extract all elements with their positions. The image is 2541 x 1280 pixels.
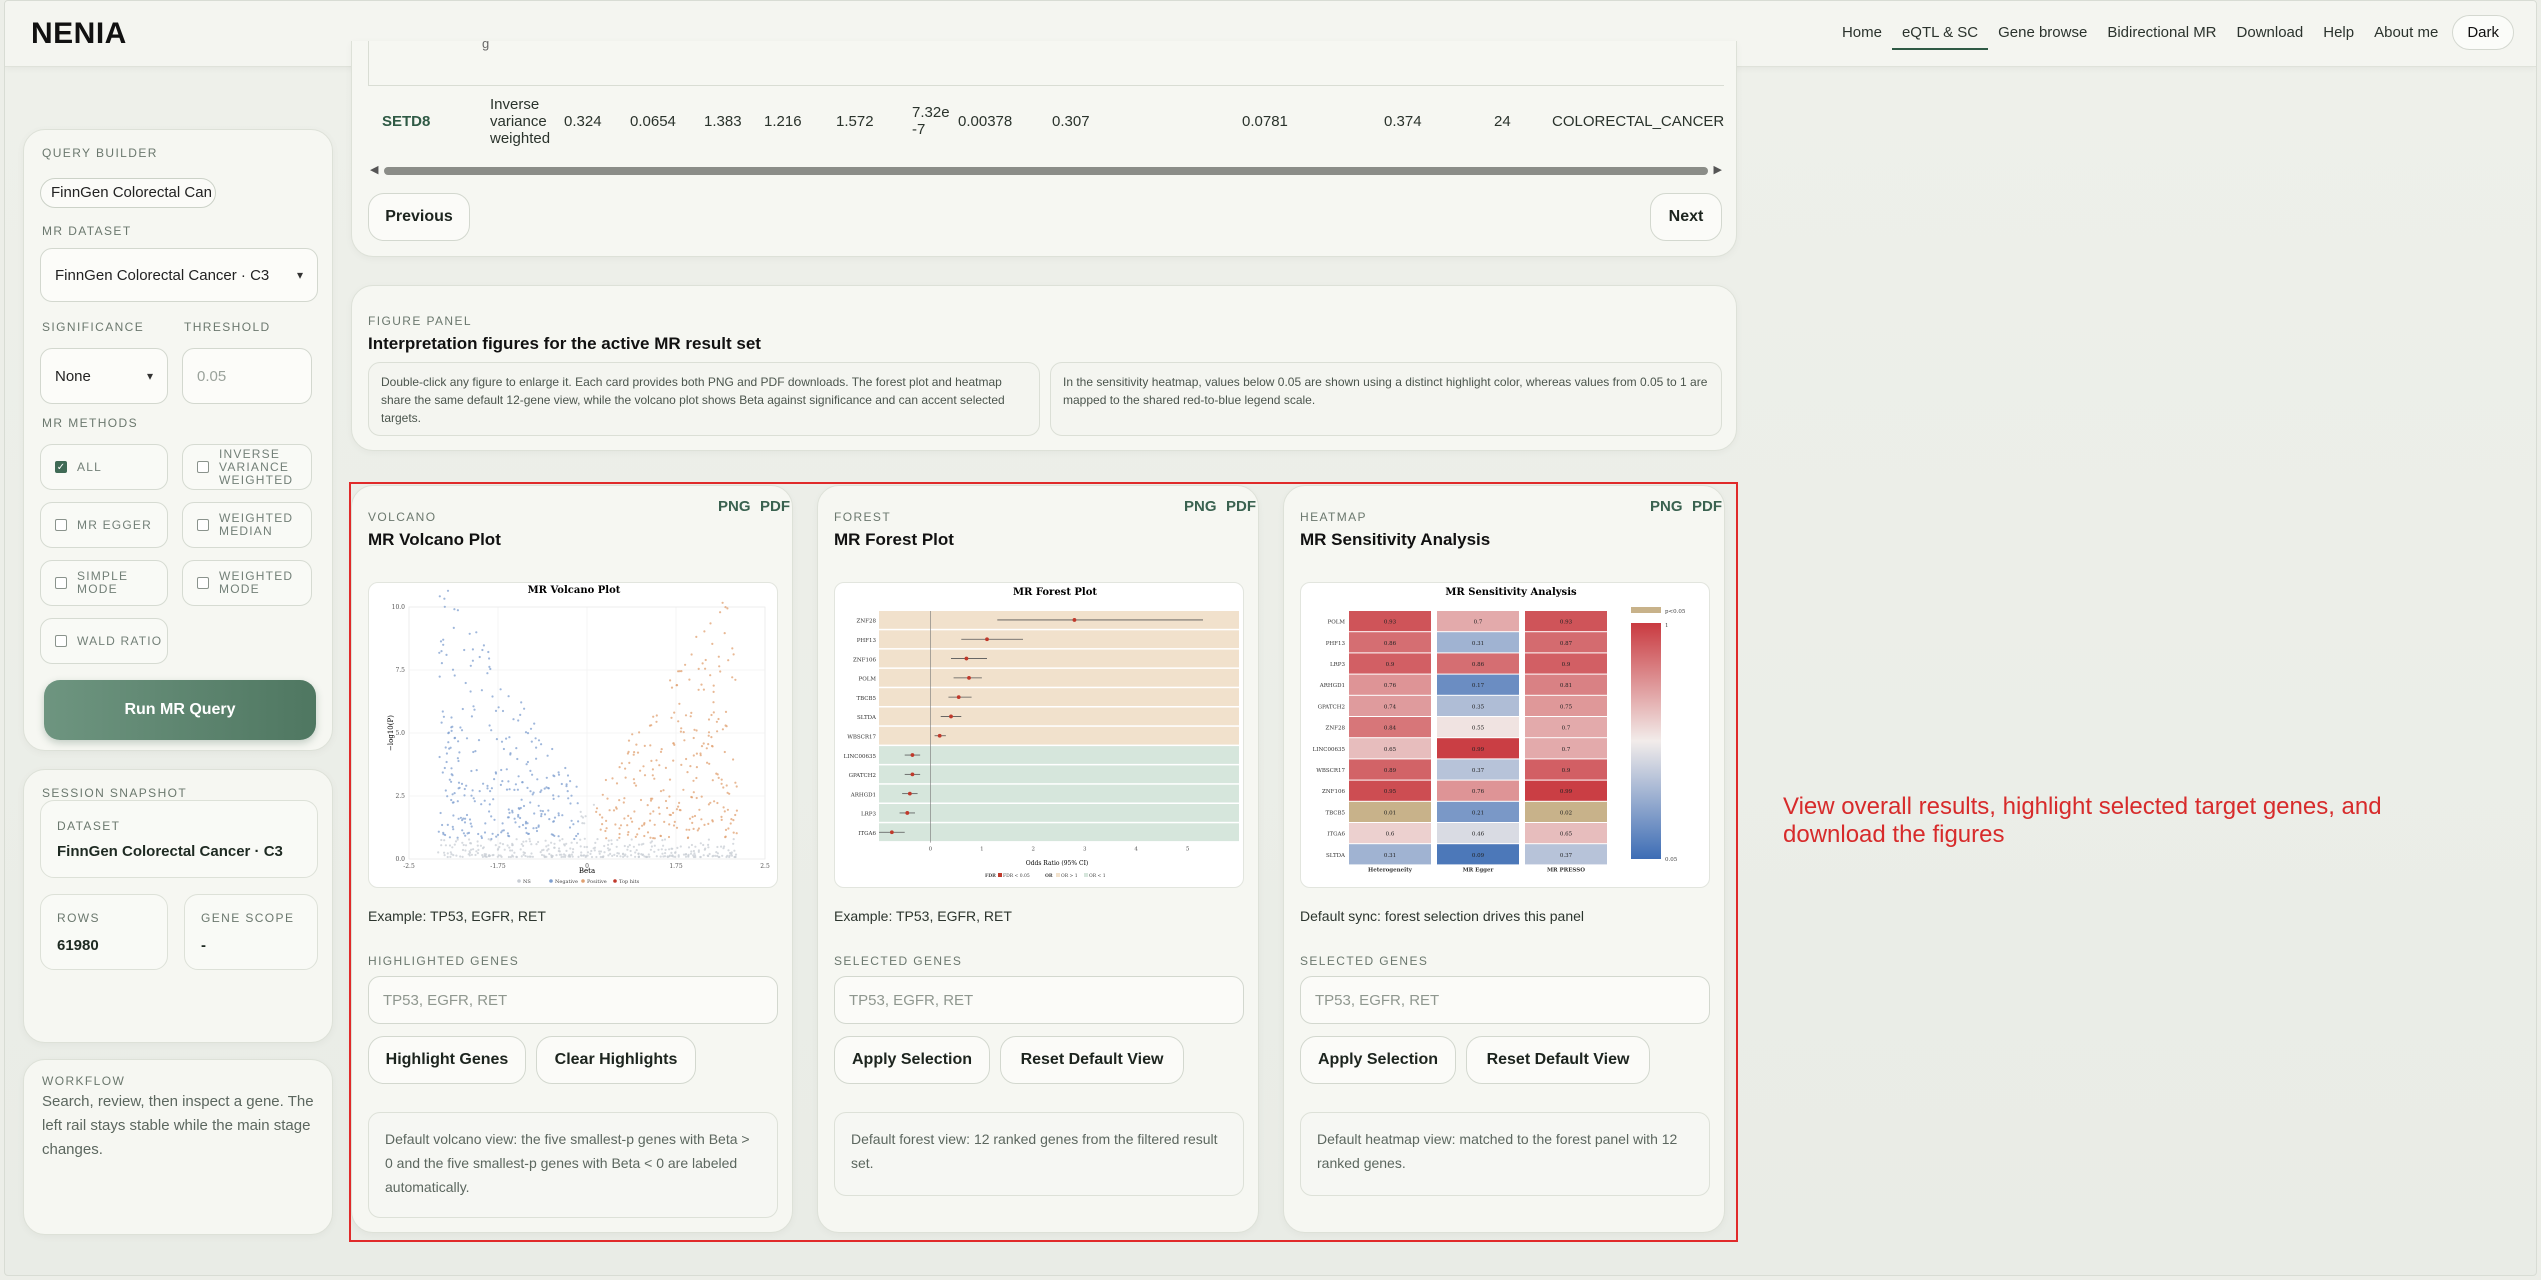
- gene-link[interactable]: SETD8: [382, 86, 430, 156]
- main-nav: Home eQTL & SC Gene browse Bidirectional…: [1832, 15, 2514, 50]
- threshold-label: THRESHOLD: [184, 320, 271, 334]
- workflow-text: Search, review, then inspect a gene. The…: [42, 1093, 314, 1158]
- figure-panel-caption: FIGURE PANEL: [368, 314, 472, 328]
- scroll-right-icon[interactable]: ▶: [1714, 163, 1722, 176]
- next-button[interactable]: Next: [1650, 193, 1722, 241]
- significance-select[interactable]: None ▾: [40, 348, 168, 404]
- query-builder-caption: QUERY BUILDER: [42, 146, 158, 160]
- pval-cell: 7.32e-7: [912, 104, 950, 138]
- dataset-pill[interactable]: FinnGen Colorectal Can: [40, 178, 216, 208]
- nav-download[interactable]: Download: [2227, 15, 2314, 50]
- method-cell: Inverse variance weighted: [490, 95, 551, 147]
- snapshot-rows-label: ROWS: [57, 911, 100, 925]
- mr-dataset-label: MR DATASET: [42, 224, 132, 238]
- mr-dataset-value: FinnGen Colorectal Cancer · C3: [55, 266, 270, 284]
- results-table-card: g SETD8 Inverse variance weighted 0.324 …: [351, 36, 1737, 257]
- checkbox-icon: [55, 635, 67, 647]
- run-mr-query-button[interactable]: Run MR Query: [44, 680, 316, 740]
- mr-methods-label: MR METHODS: [42, 416, 138, 430]
- chevron-down-icon: ▾: [296, 268, 303, 282]
- chevron-down-icon: ▾: [146, 369, 153, 383]
- checkbox-icon: [55, 577, 67, 589]
- table-cell: 0.0654: [630, 112, 676, 130]
- table-cell: 0.324: [564, 112, 602, 130]
- table-cell: 0.00378: [958, 112, 1013, 130]
- nav-home[interactable]: Home: [1832, 15, 1892, 50]
- brand-logo[interactable]: NENIA: [31, 17, 127, 51]
- method-label: SIMPLE MODE: [77, 569, 129, 596]
- method-label: ALL: [77, 459, 102, 474]
- table-cell: 0.0781: [1242, 112, 1288, 130]
- nav-bidirectional-mr[interactable]: Bidirectional MR: [2097, 15, 2226, 50]
- figure-panel-title: Interpretation figures for the active MR…: [368, 334, 761, 353]
- annotation-highlight-box: [349, 482, 1738, 1242]
- figure-note-1: Double-click any figure to enlarge it. E…: [368, 362, 1040, 436]
- checkbox-icon: [197, 461, 209, 473]
- significance-value: None: [55, 367, 91, 385]
- snapshot-dataset: DATASET FinnGen Colorectal Cancer · C3: [40, 800, 318, 878]
- figure-note-2: In the sensitivity heatmap, values below…: [1050, 362, 1722, 436]
- horizontal-scrollbar[interactable]: ◀ ▶: [368, 163, 1724, 177]
- table-edge: [368, 41, 369, 85]
- snapshot-scope-value: -: [201, 937, 206, 954]
- method-weighted-mode-checkbox[interactable]: WEIGHTED MODE: [182, 560, 312, 606]
- theme-toggle-button[interactable]: Dark: [2452, 15, 2514, 50]
- method-label: INVERSE VARIANCE WEIGHTED: [219, 446, 294, 487]
- scrollbar-thumb[interactable]: [384, 167, 1708, 175]
- session-snapshot-card: SESSION SNAPSHOT DATASET FinnGen Colorec…: [23, 769, 333, 1043]
- checkbox-checked-icon: ✓: [55, 461, 67, 473]
- table-cell: 1.572: [836, 112, 874, 130]
- partial-row-text: g: [482, 35, 490, 51]
- query-builder-card: QUERY BUILDER FinnGen Colorectal Can MR …: [23, 129, 333, 751]
- method-label: WALD RATIO: [77, 633, 163, 648]
- method-wald-ratio-checkbox[interactable]: WALD RATIO: [40, 618, 168, 664]
- workflow-caption: WORKFLOW: [42, 1074, 126, 1088]
- method-label: WEIGHTED MODE: [219, 569, 294, 596]
- snapshot-dataset-value: FinnGen Colorectal Cancer · C3: [57, 843, 283, 860]
- significance-label: SIGNIFICANCE: [42, 320, 145, 334]
- method-all-checkbox[interactable]: ✓ ALL: [40, 444, 168, 490]
- snapshot-rows: ROWS 61980: [40, 894, 168, 970]
- method-weighted-median-checkbox[interactable]: WEIGHTED MEDIAN: [182, 502, 312, 548]
- table-cell: 0.374: [1384, 112, 1422, 130]
- table-cell: 24: [1494, 112, 1511, 130]
- method-mr-egger-checkbox[interactable]: MR EGGER: [40, 502, 168, 548]
- threshold-input[interactable]: 0.05: [182, 348, 312, 404]
- snapshot-gene-scope: GENE SCOPE -: [184, 894, 318, 970]
- method-simple-mode-checkbox[interactable]: SIMPLE MODE: [40, 560, 168, 606]
- app-frame: NENIA Home eQTL & SC Gene browse Bidirec…: [4, 0, 2537, 1276]
- checkbox-icon: [55, 519, 67, 531]
- table-cell: 0.307: [1052, 112, 1090, 130]
- nav-eqtl-sc[interactable]: eQTL & SC: [1891, 15, 1989, 50]
- checkbox-icon: [197, 577, 209, 589]
- method-label: WEIGHTED MEDIAN: [219, 511, 294, 538]
- snapshot-dataset-label: DATASET: [57, 819, 121, 833]
- snapshot-rows-value: 61980: [57, 937, 99, 954]
- table-cell: 1.383: [704, 112, 742, 130]
- workflow-card: WORKFLOW Search, review, then inspect a …: [23, 1059, 333, 1235]
- table-cell: COLORECTAL_CANCER: [1552, 112, 1725, 130]
- nav-help[interactable]: Help: [2313, 15, 2364, 50]
- annotation-text: View overall results, highlight selected…: [1783, 793, 2382, 848]
- table-cell: 1.216: [764, 112, 802, 130]
- method-ivw-checkbox[interactable]: INVERSE VARIANCE WEIGHTED: [182, 444, 312, 490]
- table-row[interactable]: SETD8 Inverse variance weighted 0.324 0.…: [368, 85, 1724, 155]
- figure-panel-card: FIGURE PANEL Interpretation figures for …: [351, 285, 1737, 451]
- snapshot-scope-label: GENE SCOPE: [201, 911, 295, 925]
- scroll-left-icon[interactable]: ◀: [370, 163, 378, 176]
- session-snapshot-caption: SESSION SNAPSHOT: [42, 786, 188, 800]
- previous-button[interactable]: Previous: [368, 193, 470, 241]
- method-label: MR EGGER: [77, 517, 152, 532]
- nav-about[interactable]: About me: [2364, 15, 2448, 50]
- nav-gene-browse[interactable]: Gene browse: [1988, 15, 2097, 50]
- mr-dataset-select[interactable]: FinnGen Colorectal Cancer · C3 ▾: [40, 248, 318, 302]
- checkbox-icon: [197, 519, 209, 531]
- threshold-placeholder: 0.05: [197, 367, 227, 385]
